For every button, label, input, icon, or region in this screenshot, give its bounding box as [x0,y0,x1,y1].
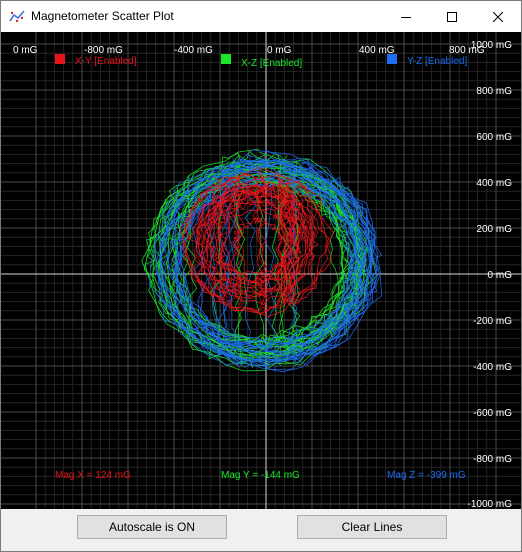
mag-y-readout: Mag Y = -144 mG [221,470,300,481]
y-tick-label: 0 mG [488,270,513,281]
legend-swatch-blue-icon [387,54,397,64]
legend-item-y-z[interactable]: Y-Z [Enabled] [387,54,467,67]
button-bar: Autoscale is ON Clear Lines [1,509,521,551]
maximize-button[interactable] [429,1,475,32]
legend-swatch-green-icon [221,54,231,64]
trace-path [171,173,339,349]
scatter-plot-app-icon [9,10,25,23]
close-button[interactable] [475,1,521,32]
y-tick-label: -1000 mG [468,499,513,509]
window-title: Magnetometer Scatter Plot [31,9,174,23]
legend-item-x-z[interactable]: X-Z [Enabled] [221,54,302,69]
y-tick-label: -200 mG [473,316,512,327]
minimize-button[interactable] [383,1,429,32]
title-bar[interactable]: Magnetometer Scatter Plot [1,1,521,32]
y-tick-label: 1000 mG [471,40,512,51]
plot-axes [1,32,521,509]
y-tick-label: 600 mG [476,132,512,143]
scatter-plot[interactable]: 0 mG -800 mG -400 mG 0 mG 400 mG 800 mG … [1,32,521,509]
x-tick-label: -800 mG [84,45,123,56]
mag-z-readout: Mag Z = -399 mG [387,470,466,481]
x-tick-label: 0 mG [267,45,292,56]
legend-label: Y-Z [Enabled] [407,56,467,67]
close-icon [493,11,503,22]
clear-lines-button[interactable]: Clear Lines [297,515,447,539]
y-tick-label: -600 mG [473,408,512,419]
y-tick-label: 800 mG [476,86,512,97]
minimize-icon [401,16,411,18]
x-tick-label: 0 mG [13,45,38,56]
major-grid [1,32,521,509]
legend-swatch-red-icon [55,54,65,64]
y-tick-label: 400 mG [476,178,512,189]
magnetometer-window: Magnetometer Scatter Plot 0 mG -800 mG -… [0,0,522,552]
y-tick-label: -800 mG [473,454,512,465]
scatter-plot-canvas: 0 mG -800 mG -400 mG 0 mG 400 mG 800 mG … [1,32,521,509]
legend[interactable]: X-Y [Enabled] X-Z [Enabled] Y-Z [Enabled… [55,54,467,69]
autoscale-button[interactable]: Autoscale is ON [77,515,227,539]
legend-item-x-y[interactable]: X-Y [Enabled] [55,54,137,67]
y-tick-label: -400 mG [473,362,512,373]
legend-label: X-Y [Enabled] [75,56,137,67]
mag-x-readout: Mag X = 124 mG [55,470,131,481]
legend-label: X-Z [Enabled] [241,58,302,69]
minor-grid [1,32,521,509]
x-tick-label: -400 mG [174,45,213,56]
y-tick-label: 200 mG [476,224,512,235]
maximize-icon [447,11,457,22]
